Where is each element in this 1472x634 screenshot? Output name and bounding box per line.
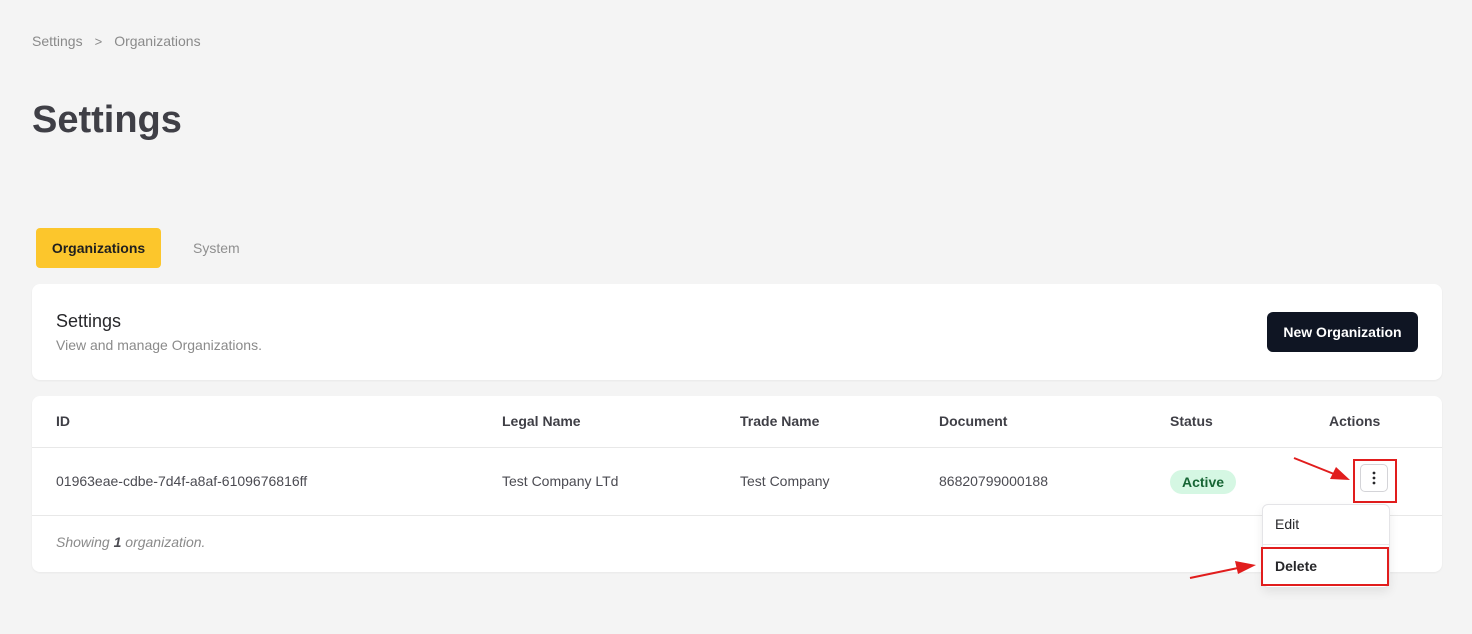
column-header-status: Status <box>1170 413 1213 429</box>
column-header-id: ID <box>56 413 70 429</box>
menu-divider <box>1263 544 1389 545</box>
chevron-right-icon: > <box>94 33 103 49</box>
column-header-legal-name: Legal Name <box>502 413 581 429</box>
column-header-document: Document <box>939 413 1008 429</box>
table-footer: Showing 1 organization. <box>56 534 205 550</box>
breadcrumb: Settings > Organizations <box>32 32 201 50</box>
card-subtitle: View and manage Organizations. <box>56 337 262 353</box>
page-title: Settings <box>32 99 182 141</box>
breadcrumb-item-settings[interactable]: Settings <box>32 33 83 49</box>
new-organization-button[interactable]: New Organization <box>1267 312 1418 352</box>
cell-id: 01963eae-cdbe-7d4f-a8af-6109676816ff <box>56 473 308 489</box>
breadcrumb-item-organizations: Organizations <box>114 33 201 49</box>
tabs: Organizations System <box>36 228 256 268</box>
organizations-table: ID Legal Name Trade Name Document Status… <box>32 396 1442 572</box>
card-title: Settings <box>56 311 122 331</box>
footer-prefix: Showing <box>56 534 114 550</box>
actions-dropdown-menu: Edit Delete <box>1262 504 1390 588</box>
table-header: ID Legal Name Trade Name Document Status… <box>32 396 1442 448</box>
vertical-ellipsis-icon <box>1372 471 1376 485</box>
table-row: 01963eae-cdbe-7d4f-a8af-6109676816ff Tes… <box>32 448 1442 516</box>
column-header-trade-name: Trade Name <box>740 413 820 429</box>
settings-header-card: Settings View and manage Organizations. … <box>32 284 1442 380</box>
tab-organizations[interactable]: Organizations <box>36 228 161 268</box>
footer-suffix: organization. <box>121 534 206 550</box>
menu-item-edit[interactable]: Edit <box>1263 505 1389 543</box>
cell-legal-name: Test Company LTd <box>502 473 619 489</box>
column-header-actions: Actions <box>1329 413 1381 429</box>
cell-trade-name: Test Company <box>740 473 830 489</box>
tab-system[interactable]: System <box>177 228 256 268</box>
status-badge: Active <box>1170 470 1237 494</box>
cell-document: 86820799000188 <box>939 473 1049 489</box>
row-actions-button[interactable] <box>1360 464 1388 492</box>
menu-item-delete[interactable]: Delete <box>1263 547 1389 585</box>
